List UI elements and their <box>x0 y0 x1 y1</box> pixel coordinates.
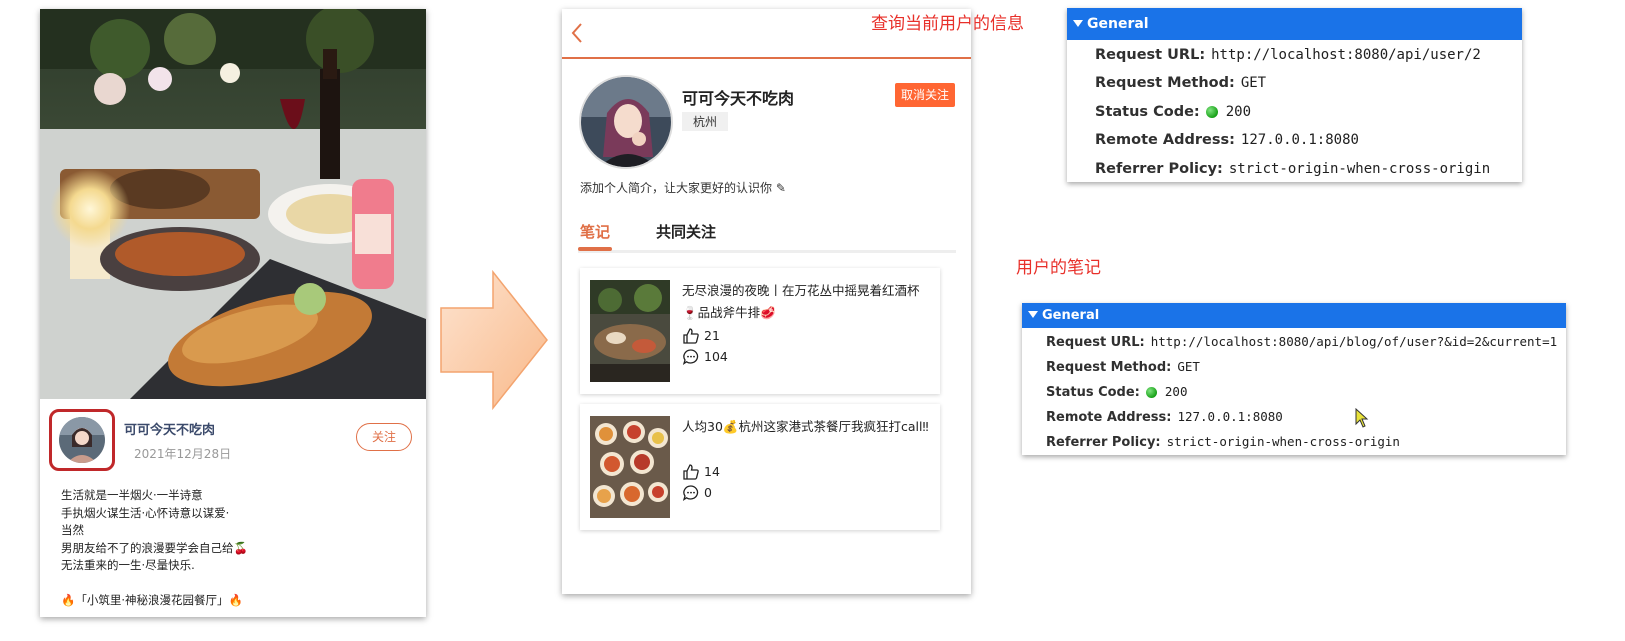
tab-common-follows[interactable]: 共同关注 <box>656 221 716 242</box>
caption-user-notes: 用户的笔记 <box>1016 258 1101 278</box>
author-bar: 可可今天不吃肉 2021年12月28日 关注 <box>40 399 426 477</box>
blog-content-line: 生活就是一半烟火·一半诗意 <box>61 488 203 502</box>
transition-arrow <box>440 269 550 411</box>
remote-address-row: Remote Address: 127.0.0.1:8080 <box>1046 409 1283 425</box>
remote-address-key: Remote Address: <box>1046 410 1172 425</box>
blog-content-line: 男朋友给不了的浪漫要学会自己给🍒 <box>61 540 248 555</box>
referrer-policy-key: Referrer Policy: <box>1095 161 1223 177</box>
unfollow-button[interactable]: 取消关注 <box>895 83 955 107</box>
tab-notes[interactable]: 笔记 <box>580 221 610 242</box>
blog-content-line <box>61 575 411 593</box>
note-title[interactable]: 人均30💰杭州这家港式茶餐厅我疯狂打call‼ <box>682 416 932 438</box>
request-url-value[interactable]: http://localhost:8080/api/blog/of/user?&… <box>1151 334 1557 349</box>
note-card[interactable]: 无尽浪漫的夜晚丨在万花丛中摇晃着红酒杯🍷品战斧牛排🥩 21 104 <box>580 268 940 394</box>
request-method-value: GET <box>1177 359 1200 374</box>
referrer-policy-key: Referrer Policy: <box>1046 435 1161 450</box>
note-title[interactable]: 无尽浪漫的夜晚丨在万花丛中摇晃着红酒杯🍷品战斧牛排🥩 <box>682 280 932 324</box>
comments-count: 0 <box>704 485 712 500</box>
blog-content: 生活就是一半烟火·一半诗意 手执烟火谋生活·心怀诗意以谋爱· 当然 男朋友给不了… <box>61 487 411 610</box>
status-code-value: 200 <box>1164 384 1188 399</box>
profile-intro[interactable]: 添加个人简介，让大家更好的认识你 ✎ <box>580 179 786 196</box>
avatar-highlight <box>49 409 115 471</box>
blog-content-line: 手执烟火谋生活·心怀诗意以谋爱· <box>61 505 230 520</box>
status-code-value: 200 <box>1225 104 1252 120</box>
status-code-row: Status Code: 200 <box>1046 384 1187 400</box>
general-title: General <box>1087 16 1149 32</box>
likes-count: 14 <box>704 464 720 479</box>
referrer-policy-row: Referrer Policy: strict-origin-when-cross… <box>1046 434 1400 450</box>
author-avatar[interactable] <box>59 417 105 463</box>
post-date: 2021年12月28日 <box>134 447 232 461</box>
request-method-row: Request Method: GET <box>1046 359 1200 375</box>
request-url-row: Request URL: http://localhost:8080/api/bl… <box>1046 334 1557 350</box>
request-method-row: Request Method: GET <box>1095 75 1266 91</box>
general-section-header[interactable]: General <box>1022 303 1566 328</box>
city-tag: 杭州 <box>682 112 729 131</box>
profile-name: 可可今天不吃肉 <box>682 89 795 108</box>
profile-avatar[interactable] <box>579 75 673 169</box>
status-code-row: Status Code: 200 <box>1095 104 1251 120</box>
request-url-row: Request URL: http://localhost:8080/api/us… <box>1095 47 1481 63</box>
blog-detail-screen: 可可今天不吃肉 2021年12月28日 关注 生活就是一半烟火·一半诗意 手执烟… <box>40 9 426 617</box>
mouse-cursor-icon <box>1355 407 1369 428</box>
devtools-general-panel-user: General Request URL: http://localhost:808… <box>1067 8 1522 182</box>
blog-cover-photo[interactable] <box>40 9 426 399</box>
request-method-key: Request Method: <box>1046 360 1172 375</box>
status-ok-icon <box>1205 106 1218 118</box>
status-code-key: Status Code: <box>1095 104 1200 120</box>
remote-address-value: 127.0.0.1:8080 <box>1177 409 1283 424</box>
referrer-policy-row: Referrer Policy: strict-origin-when-cross… <box>1095 161 1490 177</box>
note-thumbnail <box>590 416 670 518</box>
note-thumbnail <box>590 280 670 382</box>
request-url-value[interactable]: http://localhost:8080/api/user/2 <box>1211 47 1481 63</box>
request-url-key: Request URL: <box>1095 47 1206 63</box>
remote-address-value: 127.0.0.1:8080 <box>1240 132 1359 148</box>
remote-address-row: Remote Address: 127.0.0.1:8080 <box>1095 132 1359 148</box>
likes-count: 21 <box>704 328 720 343</box>
status-ok-icon <box>1145 387 1157 398</box>
tab-common-follows-label: 共同关注 <box>656 223 717 241</box>
author-name[interactable]: 可可今天不吃肉 <box>124 419 215 438</box>
collapse-triangle-icon <box>1028 311 1038 318</box>
caption-user-info: 查询当前用户的信息 <box>871 14 1024 34</box>
collapse-triangle-icon <box>1073 20 1083 27</box>
request-method-key: Request Method: <box>1095 75 1235 91</box>
active-tab-indicator <box>578 247 612 251</box>
note-card[interactable]: 人均30💰杭州这家港式茶餐厅我疯狂打call‼ 14 0 <box>580 404 940 530</box>
blog-content-line: 🔥「小筑里·神秘浪漫花园餐厅」🔥 <box>61 593 243 607</box>
user-profile-screen: 可可今天不吃肉 杭州 取消关注 添加个人简介，让大家更好的认识你 ✎ 笔记 共同… <box>562 9 971 594</box>
comments-count: 104 <box>704 349 728 364</box>
devtools-general-panel-blog: General Request URL: http://localhost:808… <box>1022 303 1566 455</box>
request-url-key: Request URL: <box>1046 335 1145 350</box>
profile-tabs: 笔记 共同关注 <box>578 217 956 253</box>
blog-content-line: 当然 <box>61 523 84 537</box>
status-code-key: Status Code: <box>1046 385 1140 400</box>
remote-address-key: Remote Address: <box>1095 132 1235 148</box>
thumbs-up-icon <box>683 328 699 344</box>
follow-button[interactable]: 关注 <box>356 423 412 451</box>
referrer-policy-value: strict-origin-when-cross-origin <box>1228 161 1491 177</box>
tab-notes-label: 笔记 <box>580 223 611 241</box>
request-method-value: GET <box>1240 75 1267 91</box>
comment-icon <box>682 485 699 502</box>
back-icon[interactable] <box>568 21 588 45</box>
thumbs-up-icon <box>683 464 699 480</box>
comment-icon <box>682 349 699 366</box>
general-section-header[interactable]: General <box>1067 8 1522 40</box>
general-title: General <box>1042 308 1100 323</box>
blog-content-line: 无法重来的一生·尽量快乐. <box>61 558 195 572</box>
referrer-policy-value: strict-origin-when-cross-origin <box>1166 434 1400 449</box>
